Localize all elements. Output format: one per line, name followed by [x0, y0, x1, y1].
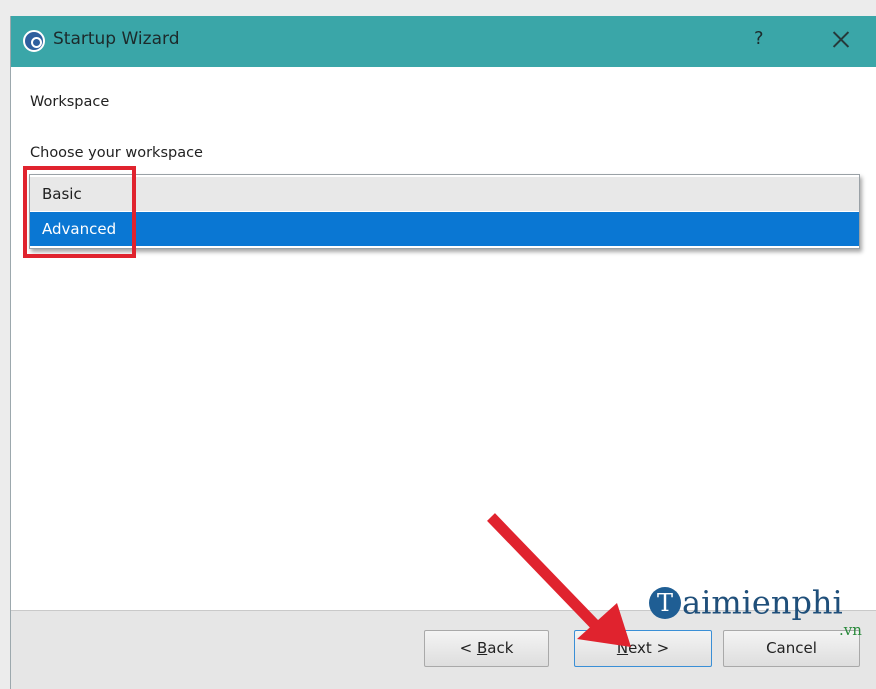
workspace-option-basic[interactable]: Basic: [30, 177, 859, 211]
help-button[interactable]: ?: [754, 28, 764, 49]
window-title: Startup Wizard: [53, 29, 180, 49]
wizard-footer: < Back Next > Cancel: [11, 610, 876, 689]
app-icon: [23, 30, 45, 52]
back-button-prefix: <: [459, 639, 477, 657]
watermark-suffix: .vn: [839, 621, 862, 639]
title-bar[interactable]: Startup Wizard ?: [11, 16, 876, 67]
workspace-dropdown-list[interactable]: Basic Advanced: [29, 174, 860, 249]
section-title: Workspace: [30, 94, 110, 110]
arrow-annotation-shaft: [487, 513, 603, 633]
annotation-highlight-box: [23, 166, 136, 258]
close-icon[interactable]: [825, 24, 857, 56]
workspace-prompt-label: Choose your workspace: [30, 145, 203, 161]
watermark-logo: Taimienphi: [649, 581, 843, 622]
watermark-word: aimienphi: [682, 583, 843, 622]
startup-wizard-window: Startup Wizard ? Workspace Choose your w…: [10, 16, 876, 689]
watermark-badge: T: [649, 586, 681, 619]
arrow-annotation: [487, 513, 631, 647]
workspace-option-advanced[interactable]: Advanced: [30, 212, 859, 246]
